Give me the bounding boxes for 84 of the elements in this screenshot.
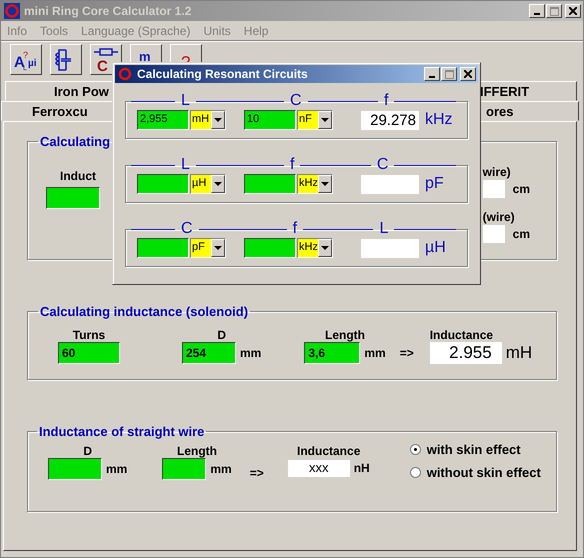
field-label: Inductance (297, 444, 360, 458)
unit-label: µH (425, 239, 446, 257)
output-field (482, 225, 505, 243)
arrow-label: => (400, 346, 414, 360)
column-header: L (378, 221, 390, 237)
unit-dropdown[interactable]: kHz (297, 238, 333, 258)
ring-icon (4, 3, 20, 19)
field-label: (wire) (482, 210, 516, 224)
arrow-label: => (250, 466, 264, 480)
result-field: 29.278 (361, 110, 419, 130)
unit-label: pF (425, 175, 444, 193)
dropdown-arrow-icon (214, 246, 222, 250)
input-field[interactable] (162, 458, 206, 480)
unit-label: mm (106, 462, 128, 476)
input-field[interactable]: 2,955 (137, 110, 189, 130)
dropdown-arrow-icon (321, 246, 329, 250)
radio-button[interactable] (410, 444, 421, 455)
maximize-button[interactable] (441, 67, 457, 81)
result-field (361, 174, 419, 194)
close-icon (569, 7, 577, 15)
field-label: Length (177, 444, 218, 458)
option-label: with skin effect (426, 442, 521, 457)
field-label: Turns (72, 328, 106, 342)
group-title: Inductance of straight wire (38, 424, 206, 439)
input-field[interactable] (244, 238, 296, 258)
field-label: wire) (482, 165, 512, 179)
dropdown-arrow-icon (321, 182, 329, 186)
column-header: L (180, 93, 191, 109)
unit-label: cm (512, 182, 530, 196)
input-field[interactable]: 254 (182, 342, 236, 364)
input-field[interactable] (46, 187, 100, 209)
unit-label: mm (240, 346, 262, 360)
unit-label: nH (354, 460, 370, 474)
input-field[interactable] (137, 174, 189, 194)
maximize-icon (444, 70, 454, 78)
input-field[interactable]: 60 (58, 342, 120, 364)
unit-label: cm (512, 227, 530, 241)
input-field[interactable] (244, 174, 296, 194)
minimize-button[interactable] (424, 67, 440, 81)
unit-dropdown[interactable]: nF (297, 110, 333, 130)
input-field[interactable] (48, 458, 102, 480)
column-header: f (292, 221, 298, 237)
option-label: without skin effect (426, 465, 541, 480)
maximize-button[interactable] (546, 4, 562, 18)
close-icon (464, 70, 472, 78)
column-header: L (180, 157, 191, 173)
field-label: D (217, 328, 226, 342)
column-header: C (376, 157, 390, 173)
group-title: Calculating (39, 134, 112, 149)
unit-label: kHz (425, 111, 453, 129)
result-field: 2.955 (430, 342, 502, 364)
unit-dropdown[interactable]: µH (190, 174, 226, 194)
result-field (361, 238, 419, 258)
unit-dropdown[interactable]: mH (190, 110, 226, 130)
column-header: f (288, 157, 296, 173)
column-header: f (382, 93, 390, 109)
radio-button[interactable] (410, 467, 421, 478)
input-field[interactable]: 3,6 (304, 342, 360, 364)
unit-label: mm (364, 346, 386, 360)
input-field[interactable]: 10 (244, 110, 296, 130)
field-label: Inductance (430, 328, 494, 342)
column-header: C (180, 221, 194, 237)
window-title: mini Ring Core Calculator 1.2 (24, 4, 192, 18)
unit-dropdown[interactable]: pF (190, 238, 226, 258)
dropdown-arrow-icon (214, 118, 222, 122)
dropdown-arrow-icon (321, 118, 329, 122)
field-label: Length (325, 328, 366, 342)
output-field (482, 180, 505, 198)
input-field[interactable] (137, 238, 189, 258)
unit-label: mm (210, 462, 232, 476)
close-button[interactable] (565, 4, 581, 18)
minimize-button[interactable] (529, 4, 545, 18)
close-button[interactable] (460, 67, 476, 81)
ring-icon (118, 67, 132, 81)
maximize-icon (550, 6, 558, 16)
toolbar-button[interactable] (50, 44, 82, 75)
column-header: C (288, 93, 303, 109)
unit-label: mH (506, 343, 532, 363)
dropdown-arrow-icon (214, 182, 222, 186)
field-label: D (83, 444, 92, 458)
result-field: xxx (288, 460, 350, 477)
field-label: Induct (60, 169, 96, 183)
unit-dropdown[interactable]: kHz (297, 174, 333, 194)
group-title: Calculating inductance (solenoid) (39, 304, 250, 319)
